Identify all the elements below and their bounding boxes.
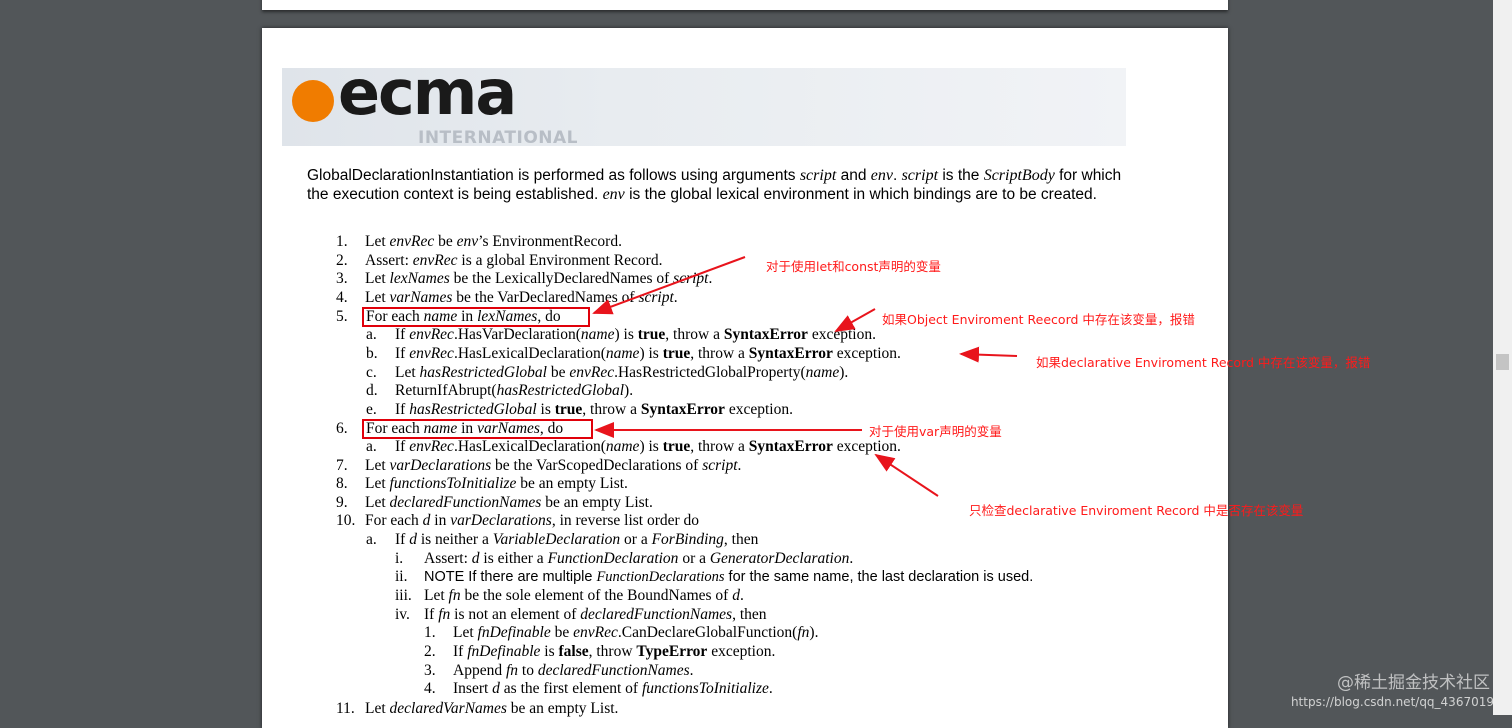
annotation-only-declarative: 只检查declarative Enviroment Record 中是否存在该变… (969, 503, 1304, 518)
arrow-only-decl (874, 453, 939, 497)
annotation-declarative-env: 如果declarative Enviroment Record 中存在该变量，报… (1036, 355, 1371, 370)
arrow-decl-env (959, 346, 1018, 363)
annotation-object-env: 如果Object Enviroment Reecord 中存在该变量，报错 (882, 312, 1195, 327)
arrow-object-env (834, 308, 876, 332)
vertical-scrollbar[interactable] (1493, 0, 1512, 715)
annotation-let-const: 对于使用let和const声明的变量 (766, 259, 941, 274)
source-url: https://blog.csdn.net/qq_4367019 (1290, 695, 1494, 709)
scrollbar-thumb[interactable] (1496, 354, 1509, 370)
arrow-letconst (592, 256, 746, 315)
annotation-var: 对于使用var声明的变量 (869, 424, 1002, 439)
watermark: @稀土掘金技术社区 (1337, 673, 1490, 693)
